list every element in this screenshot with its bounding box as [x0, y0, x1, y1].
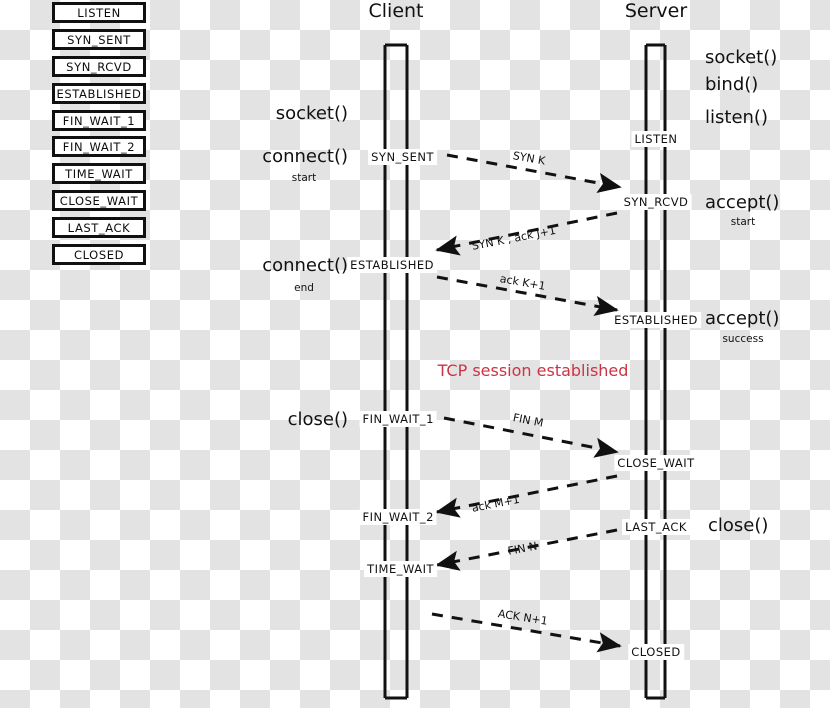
- api-sublabel: end: [294, 282, 314, 294]
- state-label-listen: LISTEN: [631, 131, 681, 147]
- api-label-connect: connect(): [262, 255, 348, 276]
- api-label-accept: accept(): [705, 308, 780, 329]
- state-label-time_wait: TIME_WAIT: [364, 561, 437, 577]
- api-label-listen: listen(): [705, 107, 768, 128]
- api-label-close: close(): [287, 409, 348, 430]
- state-label-established: ESTABLISHED: [347, 257, 437, 273]
- legend-label: FIN_WAIT_1: [62, 113, 136, 128]
- state-label-syn_rcvd: SYN_RCVD: [620, 194, 692, 210]
- legend-label: LISTEN: [77, 5, 121, 20]
- message-label-ack-n1: ACK N+1: [496, 607, 549, 628]
- state-label-last_ack: LAST_ACK: [622, 519, 690, 535]
- tcp-sequence-diagram: LISTEN SYN_SENT SYN_RCVD ESTABLISHED FIN_WAI…: [0, 0, 830, 708]
- message-label-syn-k-ack-j1: SYN K , ack J+1: [470, 223, 557, 253]
- state-label-syn_sent: SYN_SENT: [368, 149, 437, 165]
- message-label-ack-k1: ack K+1: [498, 272, 547, 293]
- column-title-client: Client: [368, 0, 424, 22]
- legend-box-syn_rcvd: SYN_RCVD: [52, 56, 146, 77]
- legend-label: FIN_WAIT_2: [62, 139, 136, 154]
- api-label-close: close(): [708, 515, 769, 536]
- api-sublabel: start: [730, 216, 756, 228]
- legend-label: SYN_SENT: [67, 32, 131, 47]
- legend-label: TIME_WAIT: [65, 166, 133, 181]
- api-label-socket: socket(): [275, 103, 348, 124]
- message-label-syn-k: SYN K: [511, 149, 547, 168]
- legend-box-close_wait: CLOSE_WAIT: [52, 190, 146, 211]
- legend-box-established: ESTABLISHED: [52, 83, 146, 104]
- client-lifeline: [383, 43, 409, 700]
- message-label-fin-m: FIN M: [511, 411, 545, 430]
- legend-label: CLOSED: [73, 247, 125, 262]
- api-label-connect: connect(): [262, 146, 348, 167]
- legend-label: CLOSE_WAIT: [59, 193, 139, 208]
- legend-box-closed: CLOSED: [52, 244, 146, 265]
- column-title-server: Server: [624, 0, 688, 22]
- api-label-bind: bind(): [705, 74, 759, 95]
- state-label-fin_wait_1: FIN_WAIT_1: [359, 411, 437, 427]
- state-label-close_wait: CLOSE_WAIT: [614, 455, 698, 471]
- session-established-banner: TCP session established: [437, 361, 629, 380]
- legend-label: SYN_RCVD: [66, 59, 132, 74]
- api-sublabel: start: [291, 172, 317, 184]
- legend-box-fin_wait_1: FIN_WAIT_1: [52, 110, 146, 131]
- legend-label: LAST_ACK: [67, 220, 131, 235]
- arrow-ack-m1: [435, 474, 618, 518]
- legend-box-syn_sent: SYN_SENT: [52, 29, 146, 50]
- legend-box-last_ack: LAST_ACK: [52, 217, 146, 238]
- legend-label: ESTABLISHED: [56, 86, 142, 101]
- state-label-fin_wait_2: FIN_WAIT_2: [359, 509, 437, 525]
- api-label-socket: socket(): [705, 47, 778, 68]
- api-sublabel: success: [722, 333, 764, 345]
- legend-box-fin_wait_2: FIN_WAIT_2: [52, 136, 146, 157]
- message-label-fin-n: FIN N: [506, 539, 539, 558]
- api-label-accept: accept(): [705, 192, 780, 213]
- legend-box-listen: LISTEN: [52, 2, 146, 23]
- state-label-established: ESTABLISHED: [611, 312, 701, 328]
- legend-box-time_wait: TIME_WAIT: [52, 163, 146, 184]
- state-label-closed: CLOSED: [628, 644, 684, 660]
- message-label-ack-m1: ack M+1: [470, 492, 521, 515]
